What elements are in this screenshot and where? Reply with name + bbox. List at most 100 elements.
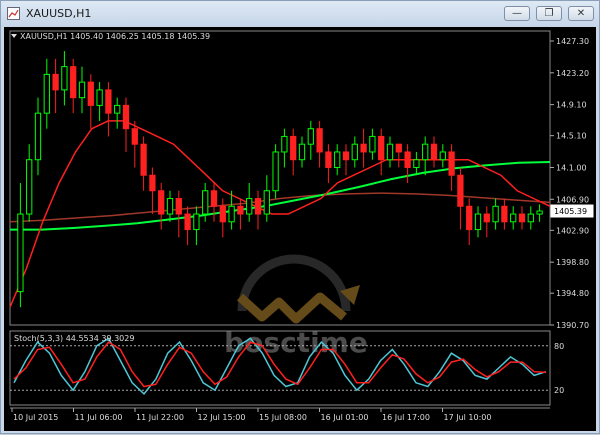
stoch-level-label: 20 <box>554 386 564 395</box>
time-tick-label: 16 Jul 17:00 <box>382 413 430 422</box>
terminal-window: XAUUSD,H1 — ❐ ✕ bosctime 1427.30 1423.20 1… <box>0 0 600 434</box>
candle-body <box>422 143 429 161</box>
candle <box>52 58 59 114</box>
candle <box>413 151 420 176</box>
candle <box>439 144 446 168</box>
candle-body <box>536 210 543 215</box>
candle-body <box>202 190 209 215</box>
candle-body <box>439 151 446 161</box>
candle <box>510 206 517 230</box>
candle-body <box>78 81 86 99</box>
candle-body <box>228 205 235 223</box>
candle-body <box>342 151 350 161</box>
candle-body <box>316 128 323 153</box>
candle-body <box>281 135 288 153</box>
price-tick-label: 1423.20 <box>556 69 589 78</box>
candle <box>422 136 429 176</box>
candle <box>342 144 350 176</box>
watermark-logo: bosctime <box>224 254 368 359</box>
candle-body <box>483 213 490 223</box>
minimize-button[interactable]: — <box>504 6 530 21</box>
time-tick-label: 11 Jul 22:00 <box>136 413 184 422</box>
candle-body <box>448 151 455 176</box>
price-chart[interactable]: bosctime 1427.30 1423.20 14.9.10 14.5.10 14.… <box>4 27 596 431</box>
candle <box>272 144 279 199</box>
candle <box>386 136 394 168</box>
candle-body <box>290 135 297 161</box>
stoch-label: Stoch(5,3,3) 44.5534 39.3029 <box>14 334 134 343</box>
candle-body <box>131 128 138 145</box>
stoch-level-label: 80 <box>554 342 564 351</box>
candle <box>87 74 94 129</box>
candle-body <box>149 174 156 192</box>
candle-body <box>307 128 314 145</box>
time-axis: 10 Jul 2015 11 Jul 06:00 11 Jul 22:00 12 Ju… <box>10 407 550 422</box>
candle-body <box>527 213 534 223</box>
candle <box>26 144 33 222</box>
candle <box>166 190 174 222</box>
candle-body <box>430 143 438 161</box>
candle <box>474 206 482 238</box>
candle-body <box>474 213 482 231</box>
price-tick-label: 14.5.10 <box>556 132 587 141</box>
candle-body <box>404 151 411 168</box>
candle <box>316 120 323 168</box>
chart-area[interactable]: bosctime 1427.30 1423.20 14.9.10 14.5.10 14.… <box>4 27 596 431</box>
close-button[interactable]: ✕ <box>568 6 594 21</box>
candle-body <box>87 81 94 106</box>
candle-body <box>210 190 218 207</box>
candle <box>34 97 42 176</box>
time-tick-label: 17 Jul 10:00 <box>444 413 492 422</box>
price-tick-label: 1402.90 <box>556 226 589 235</box>
candle-body <box>325 151 332 168</box>
candle <box>175 190 182 238</box>
candle <box>298 136 306 168</box>
candle <box>325 144 332 183</box>
candle <box>360 128 367 168</box>
candle-body <box>413 159 420 168</box>
candle <box>492 198 499 230</box>
candle-body <box>237 205 244 215</box>
title-bar[interactable]: XAUUSD,H1 — ❐ ✕ <box>1 1 599 27</box>
candle-body <box>17 213 24 293</box>
time-tick-label: 16 Jul 01:00 <box>321 413 369 422</box>
candle <box>395 143 402 168</box>
time-tick-label: 11 Jul 06:00 <box>75 413 123 422</box>
candle <box>518 206 526 230</box>
candle <box>210 183 218 222</box>
time-tick-label: 15 Jul 08:00 <box>259 413 307 422</box>
candle <box>96 82 103 121</box>
candle-body <box>70 66 77 99</box>
time-tick-label: 10 Jul 2015 <box>13 413 58 422</box>
candle-body <box>61 66 68 91</box>
candle-body <box>43 73 50 114</box>
candle-body <box>386 143 394 161</box>
candle <box>78 66 86 114</box>
restore-button[interactable]: ❐ <box>536 6 562 21</box>
dropdown-triangle-icon <box>11 34 17 38</box>
candle-body <box>272 151 279 192</box>
candle <box>184 206 191 246</box>
candle-body <box>457 174 464 207</box>
candle-body <box>518 213 526 223</box>
price-tick-label: 1406.90 <box>556 195 589 204</box>
price-axis: 1427.30 1423.20 14.9.10 14.5.10 14.1.00 1406.… <box>550 37 594 330</box>
price-tick-label: 1427.30 <box>556 37 589 46</box>
candle <box>193 206 200 246</box>
candle <box>140 136 147 191</box>
candle <box>17 183 24 308</box>
candle <box>527 206 534 230</box>
candle <box>334 144 341 176</box>
price-tick-label: 1390.70 <box>556 321 589 330</box>
candle-body <box>351 143 358 161</box>
candle-body <box>492 205 499 223</box>
candle <box>61 51 68 106</box>
candle-body <box>184 213 191 231</box>
candle <box>70 58 77 114</box>
candle <box>457 167 464 230</box>
candle-body <box>334 151 341 168</box>
candle <box>263 175 270 222</box>
candle-body <box>105 89 112 114</box>
candle-body <box>246 198 253 215</box>
price-tick-label: 1398.80 <box>556 258 589 267</box>
